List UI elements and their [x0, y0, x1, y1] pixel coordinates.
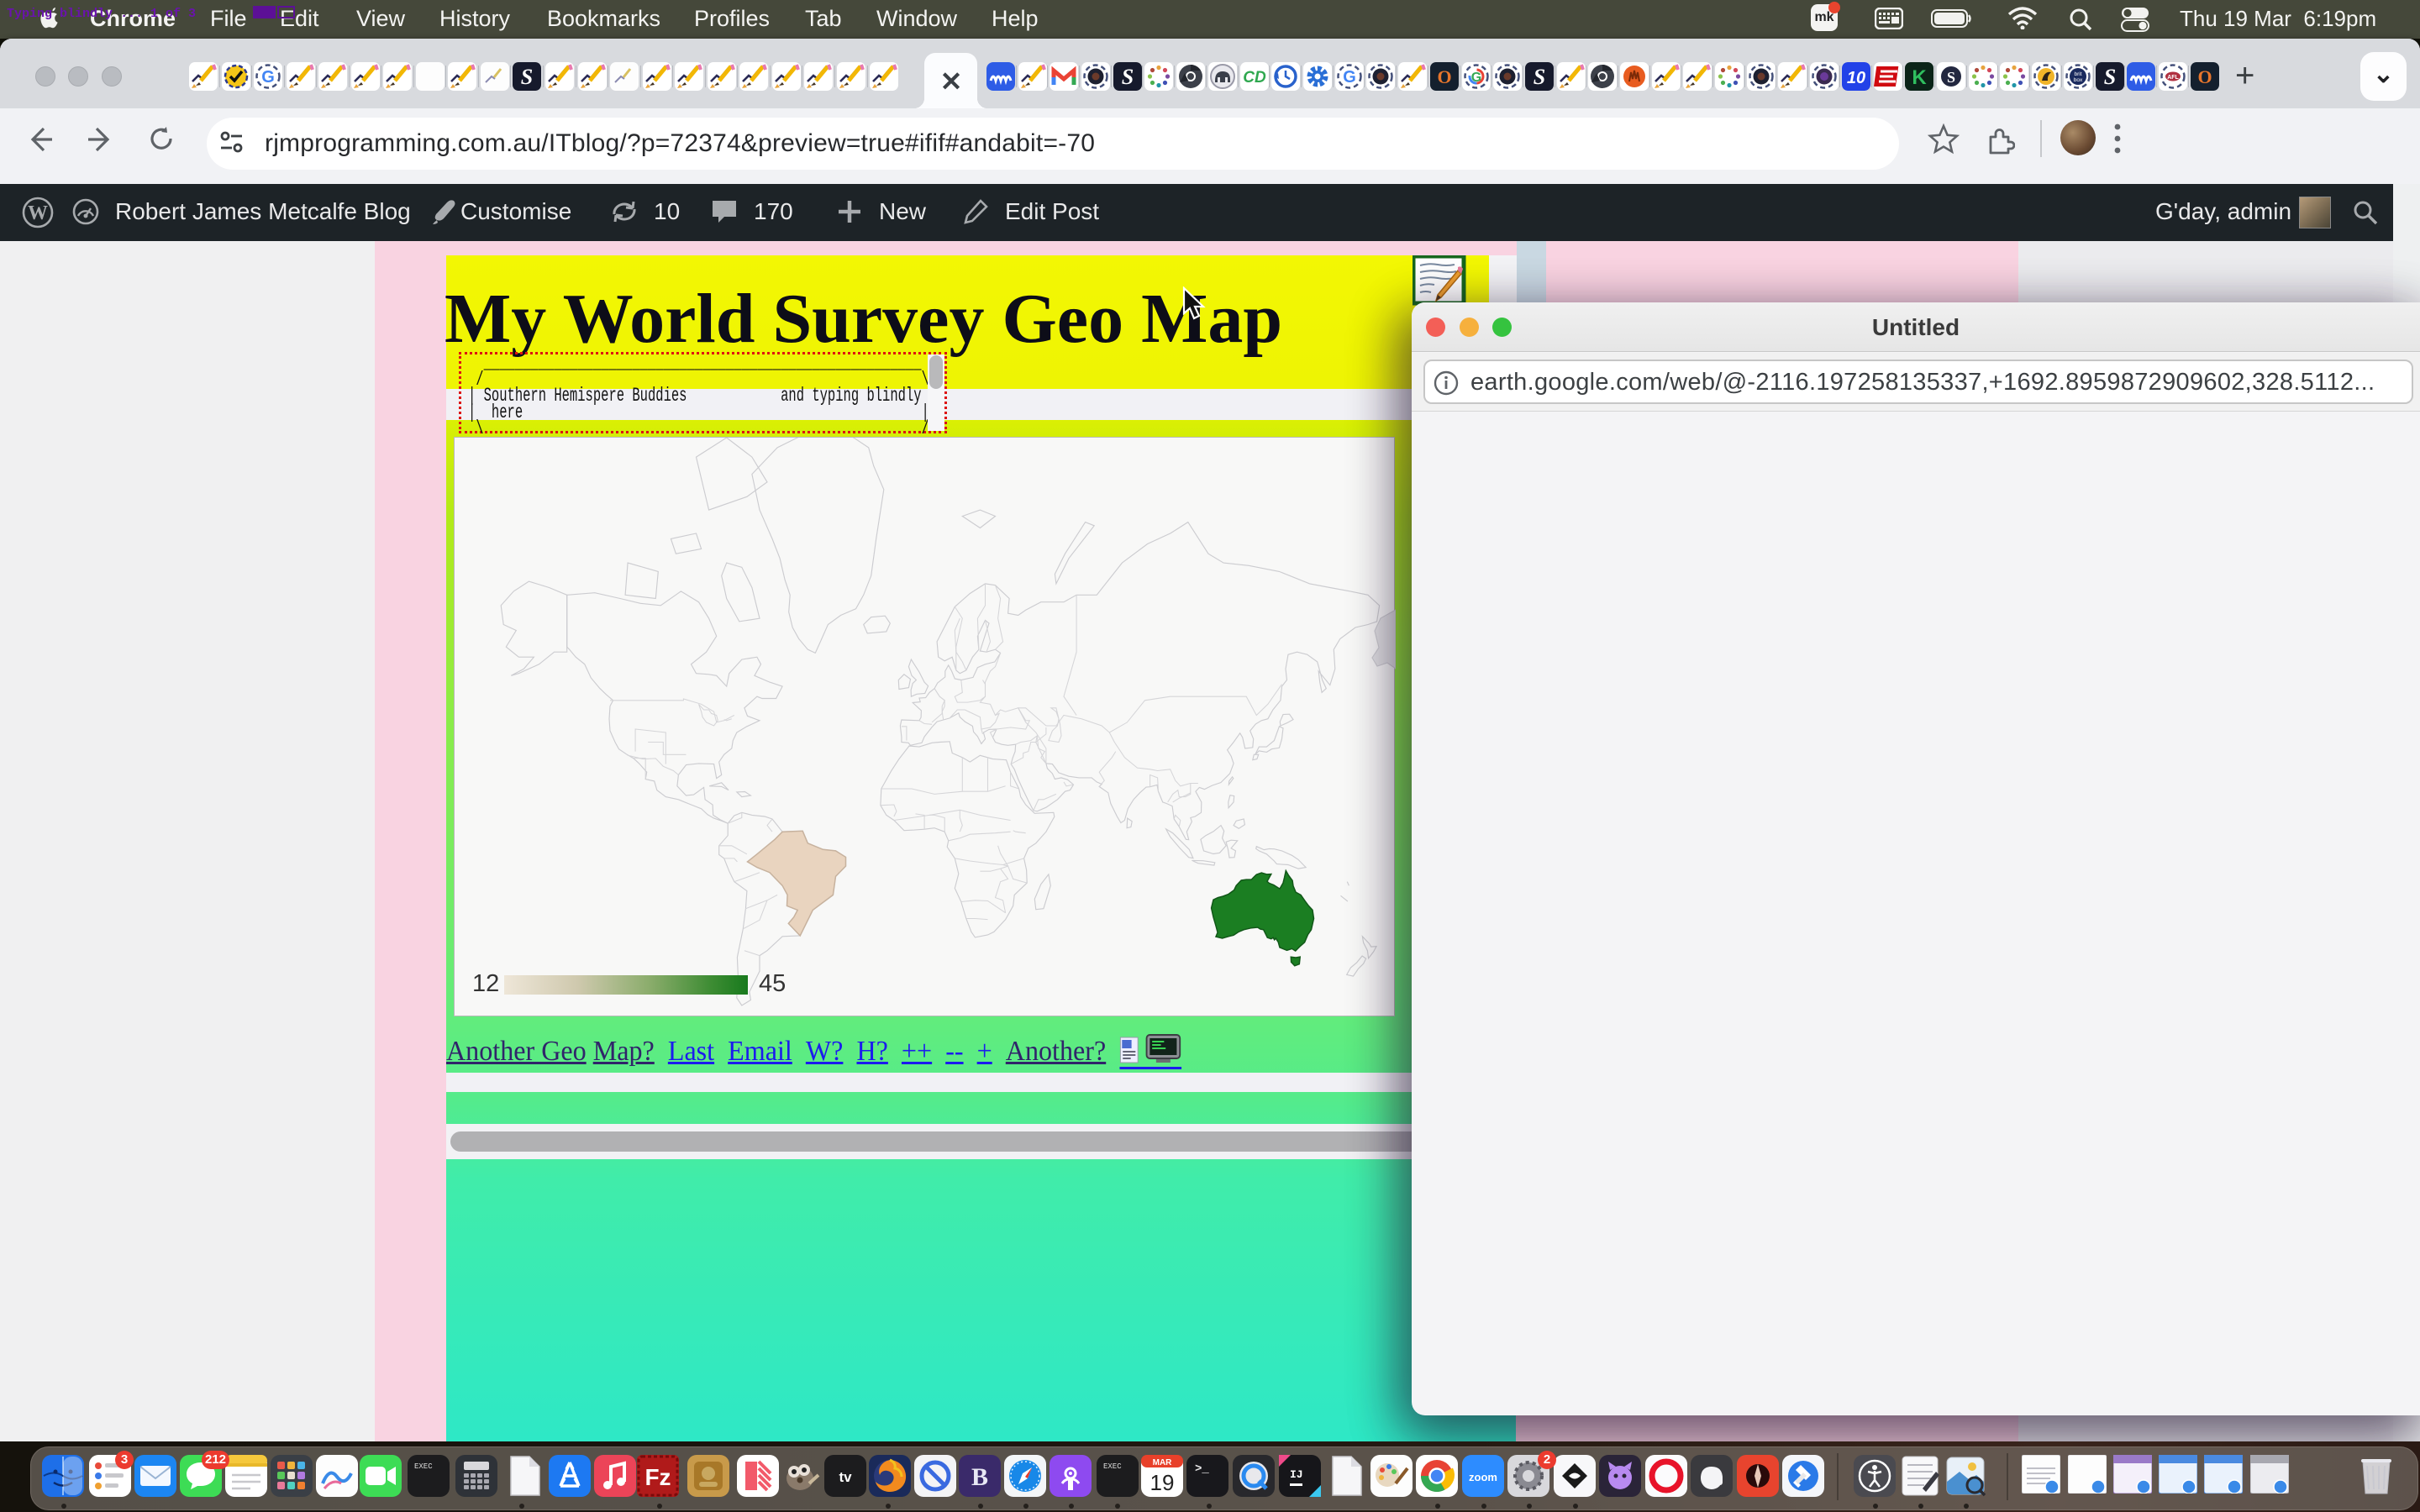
svg-text:IJ: IJ: [1290, 1468, 1303, 1481]
svg-text:EXEC: EXEC: [414, 1462, 433, 1471]
svg-text:W: W: [28, 202, 48, 224]
svg-text:tv: tv: [839, 1469, 852, 1485]
svg-text:MAR: MAR: [1153, 1458, 1173, 1467]
svg-text:EXEC: EXEC: [1103, 1462, 1122, 1471]
svg-text:Fz: Fz: [644, 1464, 671, 1490]
svg-text:zoom: zoom: [1469, 1471, 1497, 1483]
svg-text:B: B: [971, 1463, 988, 1491]
svg-text:>_: >_: [1195, 1462, 1209, 1476]
svg-text:19: 19: [1150, 1470, 1175, 1495]
